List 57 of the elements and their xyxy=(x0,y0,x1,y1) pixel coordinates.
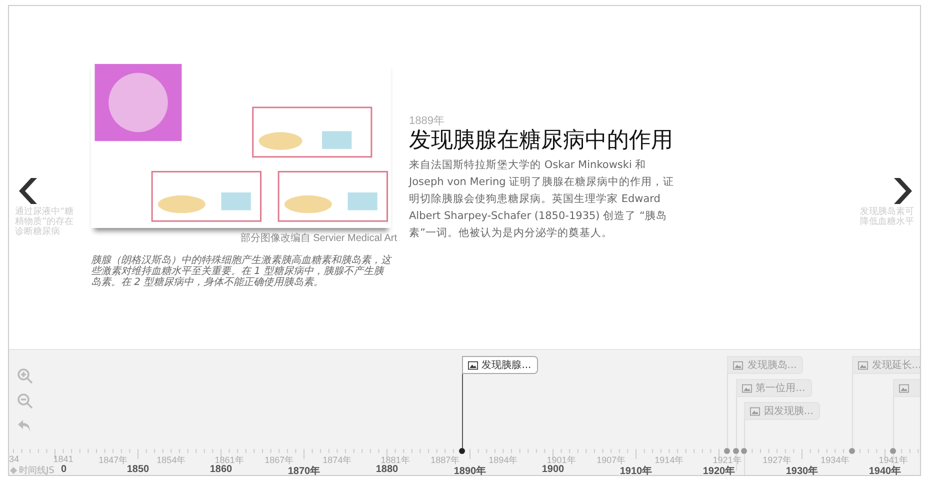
axis-major-label: 1930年 xyxy=(786,464,818,475)
brand-name[interactable]: 时间线JS xyxy=(19,464,54,475)
image-credit: 部分图像改编自 Servier Medical Art xyxy=(239,232,397,245)
axis-major-label: 1920年 xyxy=(702,464,736,475)
diamond-icon xyxy=(10,467,17,474)
axis-major-label: 0 xyxy=(61,464,67,475)
timeline-event-flag[interactable]: 第一位用... xyxy=(736,379,812,397)
axis-minor-label: 1867年 xyxy=(264,454,294,467)
axis-major-label: 1860 xyxy=(210,464,232,475)
axis-major-label: 1880 xyxy=(376,464,398,475)
image-icon xyxy=(742,384,752,392)
zoom-in-icon[interactable] xyxy=(17,368,33,384)
event-marker-dot[interactable] xyxy=(724,448,730,454)
previous-arrow-icon[interactable] xyxy=(17,178,37,204)
axis-minor-label: 1934年 xyxy=(820,454,850,467)
image-caption: 胰腺（朗格汉斯岛）中的特殊细胞产生激素胰高血糖素和胰岛素，这些激素对维持血糖水平至关重要。在 1 型糖尿病中，胰腺不产生胰岛素。在 2 型糖尿病中，身体不能正确使用胰岛素。 xyxy=(91,255,391,288)
axis-minor-label: 1901年 xyxy=(546,454,576,465)
axis-minor-label: 1861年 xyxy=(214,454,244,465)
image-icon xyxy=(733,360,744,370)
event-marker-dot[interactable] xyxy=(458,448,465,454)
image-icon xyxy=(858,360,868,370)
timeline-event-flag[interactable]: 发现胰岛... xyxy=(727,356,804,374)
event-marker-dot[interactable] xyxy=(732,448,739,454)
timeline-event-flag[interactable]: 发现延长... xyxy=(852,356,920,374)
axis-minor-label: 1881年 xyxy=(380,454,410,465)
next-arrow-icon[interactable] xyxy=(894,178,914,204)
axis-minor-label: 1894年 xyxy=(488,454,518,467)
zoom-out-icon[interactable] xyxy=(17,393,33,409)
event-marker-dot[interactable] xyxy=(740,448,747,454)
timeline-event-flag[interactable]: 发现胰腺... xyxy=(462,356,538,374)
axis-minor-label: 1847年 xyxy=(98,454,128,465)
axis-minor-label: 1927年 xyxy=(762,454,792,467)
image-icon xyxy=(899,384,910,392)
axis-major-label: 1900 xyxy=(542,464,564,475)
event-headline: 发现胰腺在糖尿病中的作用 xyxy=(409,127,674,155)
event-marker-dot[interactable] xyxy=(848,448,855,454)
axis-minor-label: 1854年 xyxy=(156,454,186,467)
axis-major-label: 1940年 xyxy=(868,464,902,475)
axis-major-label: 1870年 xyxy=(288,464,320,475)
axis-minor-label: 1914年 xyxy=(654,454,684,467)
axis-minor-label: 1874年 xyxy=(322,454,352,467)
axis-minor-label: 1921年 xyxy=(712,454,742,466)
axis-major-label: 1890年 xyxy=(454,464,486,475)
image-icon xyxy=(750,406,760,416)
image-icon xyxy=(468,360,478,370)
timeline-event-flag[interactable]: 因发现胰... xyxy=(744,402,820,420)
axis-minor-label: 1887年 xyxy=(430,454,460,467)
event-marker-dot[interactable] xyxy=(890,448,896,454)
axis-major-label: 1910年 xyxy=(620,464,652,475)
event-date: 1889年 xyxy=(409,114,446,128)
axis-minor-label: 1941年 xyxy=(878,454,908,466)
axis-minor-label: 34 xyxy=(9,454,20,464)
axis-major-label: 1850 xyxy=(126,464,150,475)
undo-icon[interactable] xyxy=(17,418,33,434)
event-description: 来自法国斯特拉斯堡大学的 Oskar Minkowski 和 Joseph von Mering 证明了胰腺在糖尿病中的作用，证明切除胰腺会使狗患糖尿病。英国生理学家 Edward Albert Sharpey-Schafer (1850-1935) 创造了 “胰岛素”一词。他被认为是内分泌学的奠基人。 xyxy=(409,158,676,241)
axis-minor-label: 1841 xyxy=(53,454,74,464)
axis-minor-label: 1907年 xyxy=(596,454,626,467)
